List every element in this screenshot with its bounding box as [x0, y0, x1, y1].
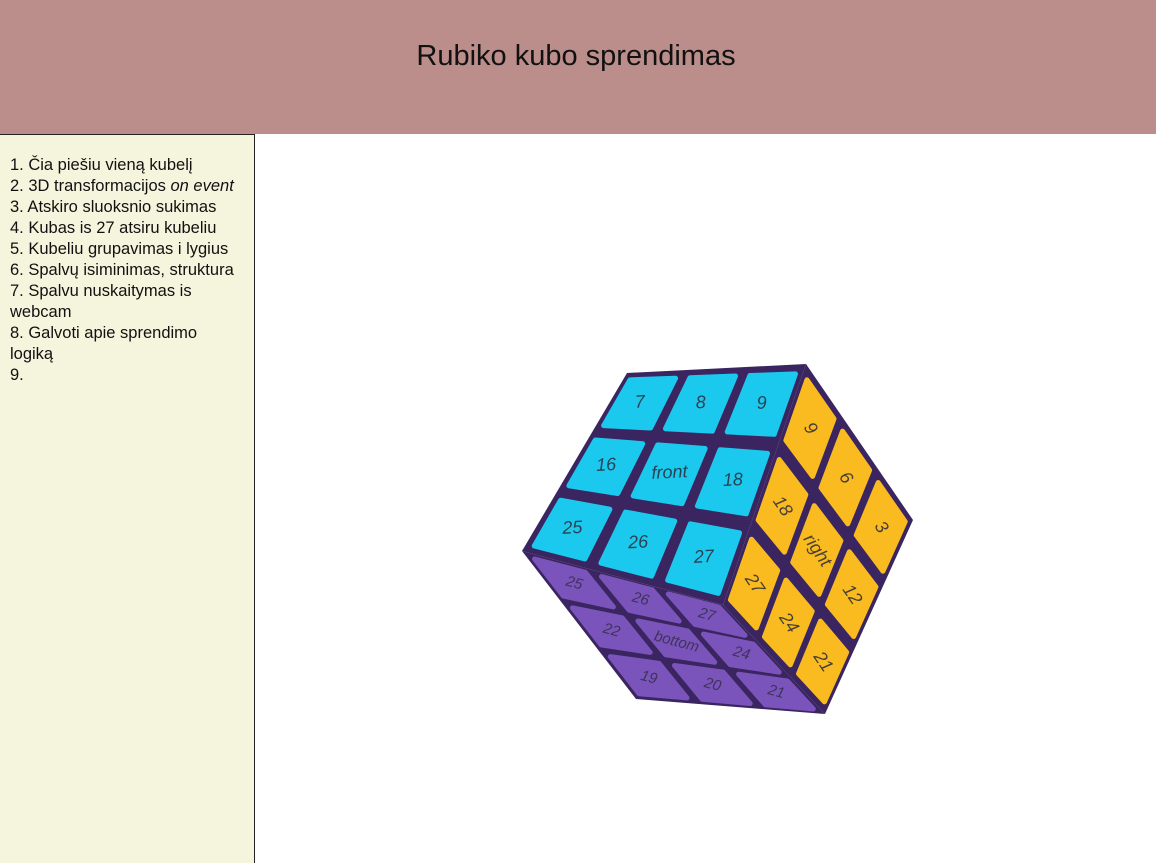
- cube-viewport[interactable]: 25 26 27 22 bottom 24 19 20 21 7 8 9 16 front 18 25 26 27…: [256, 135, 1156, 863]
- front-sticker-label: 27: [692, 546, 715, 567]
- front-sticker-label: front: [651, 461, 689, 483]
- todo-item: 2. 3D transformacijos on event: [10, 177, 234, 195]
- front-sticker-label: 26: [627, 531, 650, 552]
- todo-item: 7. Spalvu nuskaitymas is webcam: [10, 282, 192, 321]
- todo-item: 9.: [10, 366, 24, 384]
- todo-item: 1. Čia piešiu vieną kubelį: [10, 156, 193, 174]
- front-sticker-label: 8: [695, 392, 706, 412]
- sidebar: 1. Čia piešiu vieną kubelį 2. 3D transfo…: [0, 134, 255, 863]
- rubiks-cube[interactable]: 25262722 bottom 2419 20 217 8 916 front 18252627…: [256, 135, 1156, 863]
- todo-list: 1. Čia piešiu vieną kubelį 2. 3D transfo…: [10, 155, 242, 386]
- page-title: Rubiko kubo sprendimas: [416, 40, 736, 72]
- front-sticker-label: 16: [596, 454, 618, 475]
- front-sticker-label: 9: [756, 392, 767, 412]
- front-sticker-label: 18: [722, 469, 743, 490]
- front-sticker-label: 25: [561, 517, 584, 538]
- todo-item: 3. Atskiro sluoksnio sukimas: [10, 198, 217, 216]
- todo-item: 6. Spalvų isiminimas, struktura: [10, 261, 234, 279]
- todo-item-emphasis: on event: [170, 177, 234, 195]
- page-header: Rubiko kubo sprendimas: [0, 0, 1156, 134]
- todo-item: 4. Kubas is 27 atsiru kubeliu: [10, 219, 217, 237]
- todo-item: 8. Galvoti apie sprendimo logiką: [10, 324, 198, 363]
- todo-item: 5. Kubeliu grupavimas i lygius: [10, 240, 229, 258]
